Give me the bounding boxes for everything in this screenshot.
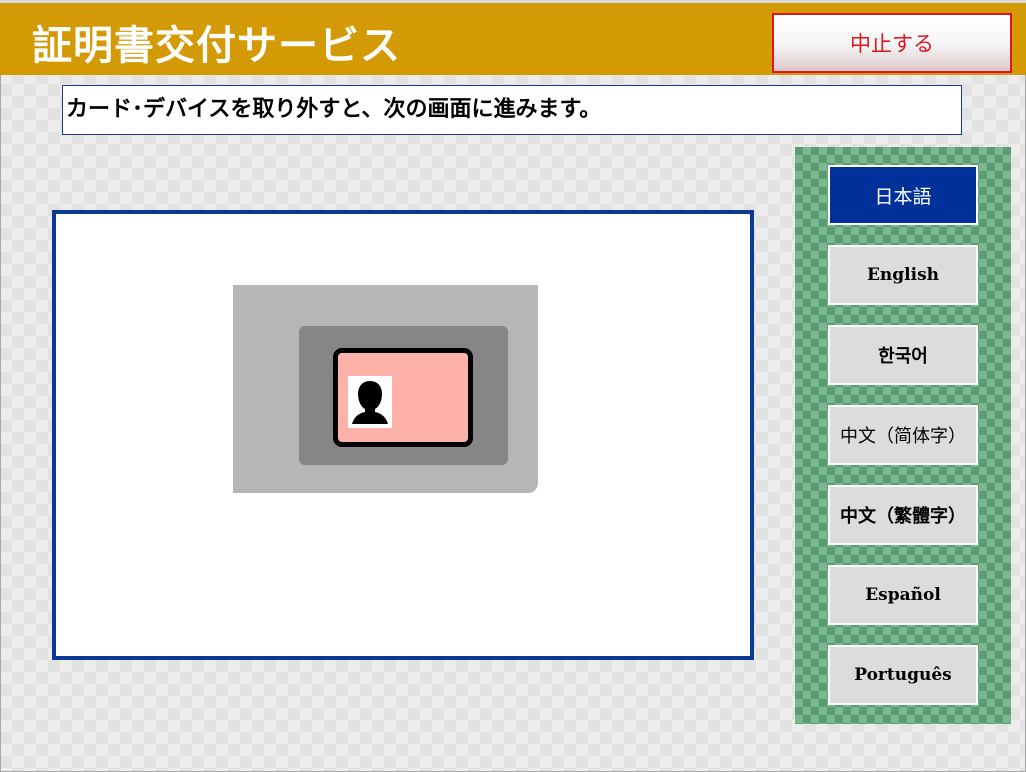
card-slot — [299, 326, 508, 465]
instruction-message: カード･デバイスを取り外すと、次の画面に進みます。 — [62, 85, 962, 135]
language-panel: 日本語 English 한국어 中文（简体字） 中文（繁體字） Español … — [795, 147, 1011, 724]
language-button-english[interactable]: English — [828, 245, 978, 305]
language-button-chinese-traditional[interactable]: 中文（繁體字） — [828, 485, 978, 545]
language-button-japanese[interactable]: 日本語 — [828, 165, 978, 225]
person-silhouette-shape — [352, 381, 388, 424]
card-reader-icon — [233, 285, 538, 493]
illustration-panel — [52, 210, 754, 660]
cancel-button[interactable]: 中止する — [772, 13, 1012, 73]
language-button-korean[interactable]: 한국어 — [828, 325, 978, 385]
person-silhouette-icon — [348, 376, 392, 428]
page-title: 証明書交付サービス — [32, 23, 401, 69]
header-bar: 証明書交付サービス 中止する — [0, 0, 1026, 75]
language-button-spanish[interactable]: Español — [828, 565, 978, 625]
id-card-icon — [333, 348, 473, 447]
language-button-portuguese[interactable]: Português — [828, 645, 978, 705]
language-button-chinese-simplified[interactable]: 中文（简体字） — [828, 405, 978, 465]
